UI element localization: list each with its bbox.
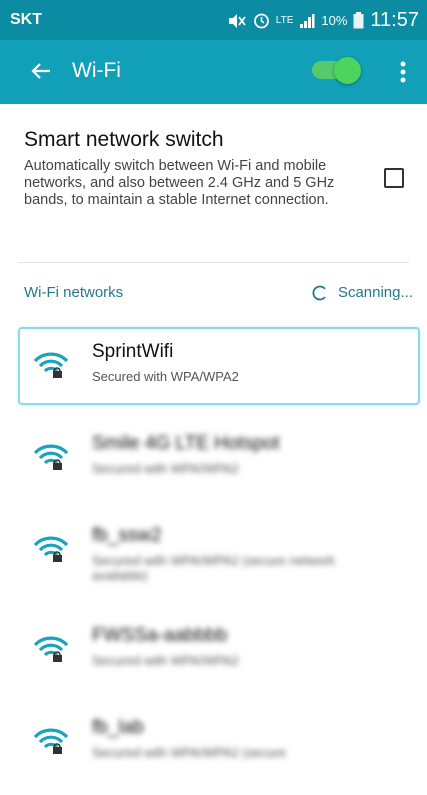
network-list: SprintWifi Secured with WPA/WPA2 Smile 4…	[0, 327, 427, 795]
network-item[interactable]: fb_ssw2 Secured with WPA/WPA2 (secure ne…	[0, 511, 427, 611]
scanning-spinner-icon	[312, 285, 326, 300]
status-icons: LTE 10% 11:57	[227, 9, 419, 32]
back-arrow-icon[interactable]	[30, 60, 52, 82]
divider	[18, 262, 409, 263]
wifi-networks-header: Wi-Fi networks	[24, 284, 124, 301]
network-name: SprintWifi	[92, 341, 174, 362]
wifi-secured-icon	[34, 636, 68, 662]
carrier-label: SKT	[10, 11, 42, 28]
app-bar: Wi-Fi	[0, 40, 427, 104]
network-item[interactable]: FWSSa-aabbbb Secured with WPA/WPA2	[0, 611, 427, 703]
signal-icon	[300, 13, 315, 28]
wifi-secured-icon	[34, 352, 68, 378]
network-item[interactable]: Smile 4G LTE Hotspot Secured with WPA/WP…	[0, 419, 427, 511]
lte-icon: LTE	[275, 15, 294, 26]
battery-icon	[353, 12, 364, 29]
network-name: FWSSa-aabbbb	[92, 625, 228, 646]
battery-percent: 10%	[321, 13, 348, 28]
network-name: fb_ssw2	[92, 525, 162, 546]
network-item[interactable]: SprintWifi Secured with WPA/WPA2	[0, 327, 427, 419]
network-security: Secured with WPA/WPA2	[92, 461, 239, 476]
wifi-secured-icon	[34, 444, 68, 470]
network-item[interactable]: fb_lab Secured with WPA/WPA2 (secure	[0, 703, 427, 795]
overflow-menu-icon[interactable]	[396, 60, 410, 84]
wifi-toggle[interactable]	[312, 57, 361, 84]
toggle-knob	[334, 57, 361, 84]
smart-switch-description: Automatically switch between Wi-Fi and m…	[24, 158, 335, 208]
clock: 11:57	[370, 9, 419, 31]
scanning-status: Scanning...	[312, 284, 413, 301]
network-name: Smile 4G LTE Hotspot	[92, 433, 280, 454]
alarm-icon	[253, 13, 269, 29]
network-name: fb_lab	[92, 717, 144, 738]
page-title: Wi-Fi	[72, 59, 121, 82]
network-security: Secured with WPA/WPA2 (secure	[92, 745, 286, 760]
scanning-label: Scanning...	[337, 284, 413, 301]
mute-icon	[228, 13, 246, 28]
smart-switch-title: Smart network switch	[24, 128, 224, 151]
network-security: Secured with WPA/WPA2	[92, 653, 239, 668]
network-security: Secured with WPA/WPA2 (secure network av…	[92, 553, 335, 583]
network-security: Secured with WPA/WPA2	[92, 369, 239, 384]
smart-switch-checkbox[interactable]	[384, 168, 404, 188]
wifi-secured-icon	[34, 728, 68, 754]
status-bar: SKT LTE 10% 11:57	[0, 0, 427, 40]
wifi-secured-icon	[34, 536, 68, 562]
